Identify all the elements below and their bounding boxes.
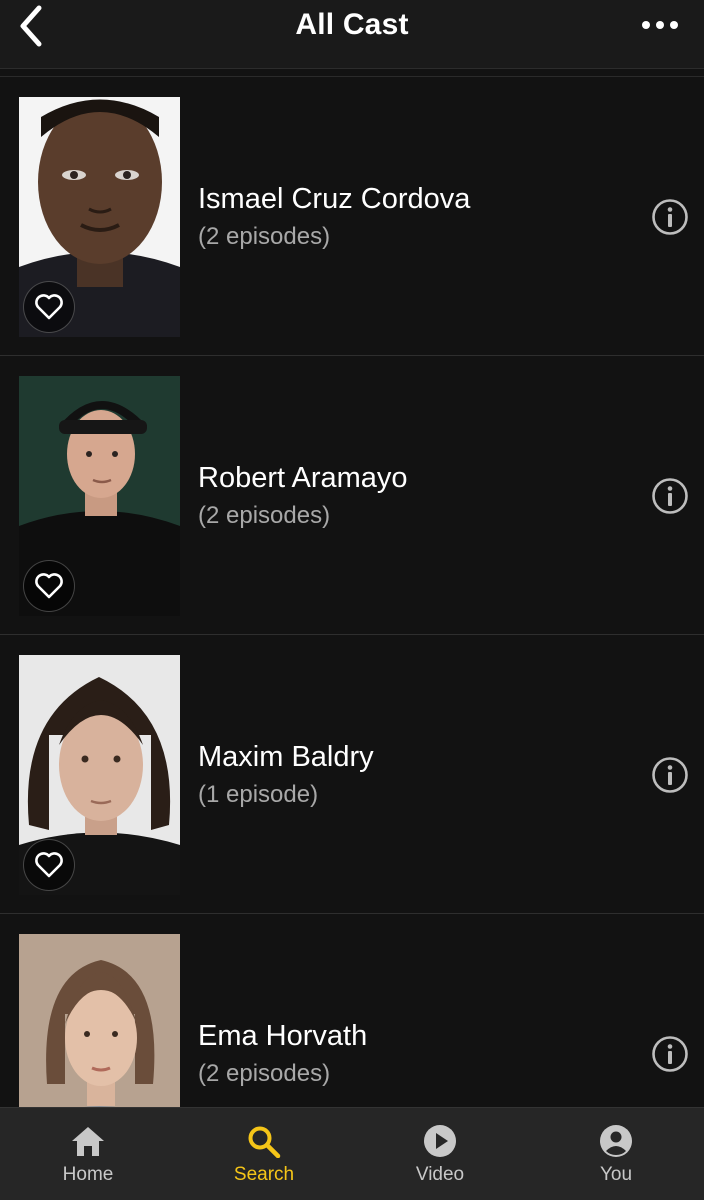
episode-count: (2 episodes): [198, 502, 331, 529]
heart-icon: [35, 294, 63, 320]
tab-label: You: [599, 1164, 633, 1185]
play-icon: [424, 1125, 456, 1157]
episode-count: (2 episodes): [198, 1060, 331, 1087]
tab-label: Home: [62, 1164, 114, 1185]
cast-name: Maxim Baldry: [198, 741, 374, 773]
info-button[interactable]: [650, 197, 690, 237]
more-options-button[interactable]: [638, 10, 682, 40]
headshot-photo[interactable]: [19, 97, 180, 337]
episode-count: (1 episode): [198, 781, 319, 808]
cast-name: Ismael Cruz Cordova: [198, 183, 471, 215]
headshot-photo[interactable]: [19, 655, 180, 895]
cast-list: Ismael Cruz Cordova (2 episodes) Robert …: [0, 76, 704, 1193]
favorite-button[interactable]: [23, 839, 75, 891]
heart-icon: [35, 852, 63, 878]
info-button[interactable]: [650, 1034, 690, 1074]
tab-search[interactable]: Search: [176, 1108, 352, 1200]
list-item[interactable]: Ismael Cruz Cordova (2 episodes): [0, 77, 704, 356]
list-item[interactable]: Robert Aramayo (2 episodes): [0, 356, 704, 635]
favorite-button[interactable]: [23, 560, 75, 612]
person-icon: [600, 1125, 632, 1157]
search-icon: [248, 1126, 281, 1158]
info-icon: [652, 1036, 688, 1072]
tab-you[interactable]: You: [528, 1108, 704, 1200]
info-icon: [652, 199, 688, 235]
top-bar: All Cast: [0, 0, 704, 69]
home-icon: [72, 1127, 104, 1156]
headshot-photo[interactable]: [19, 376, 180, 616]
more-horizontal-icon: [642, 21, 678, 29]
list-item[interactable]: Maxim Baldry (1 episode): [0, 635, 704, 914]
tab-label: Video: [415, 1164, 465, 1185]
favorite-button[interactable]: [23, 281, 75, 333]
heart-icon: [35, 573, 63, 599]
info-button[interactable]: [650, 476, 690, 516]
page-title: All Cast: [295, 8, 409, 41]
tab-video[interactable]: Video: [352, 1108, 528, 1200]
bottom-tab-bar: Home Search Video You: [0, 1107, 704, 1200]
info-icon: [652, 757, 688, 793]
info-icon: [652, 478, 688, 514]
cast-name: Robert Aramayo: [198, 462, 408, 494]
cast-name: Ema Horvath: [198, 1020, 368, 1052]
info-button[interactable]: [650, 755, 690, 795]
tab-label: Search: [233, 1164, 295, 1185]
episode-count: (2 episodes): [198, 223, 331, 250]
tab-home[interactable]: Home: [0, 1108, 176, 1200]
